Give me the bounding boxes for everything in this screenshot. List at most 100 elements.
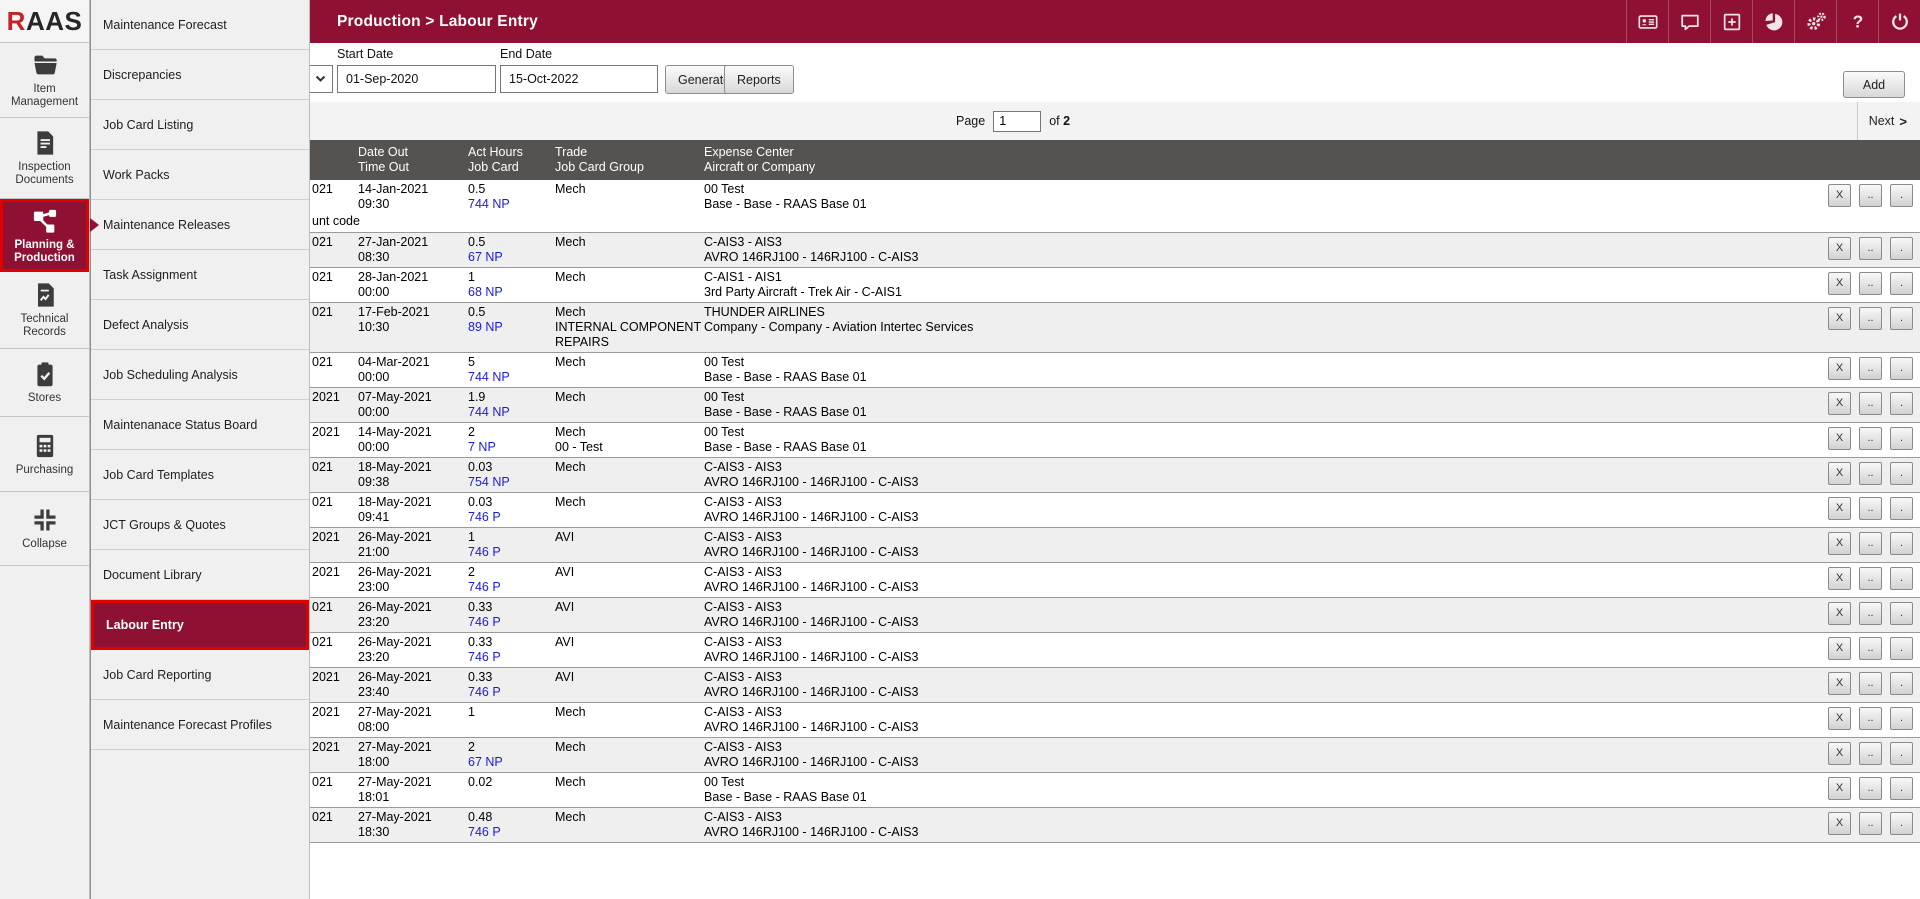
row-edit-button[interactable]: .. bbox=[1859, 272, 1882, 295]
job-card-link[interactable]: 744 NP bbox=[468, 405, 555, 420]
job-card-link[interactable]: 7 NP bbox=[468, 440, 555, 455]
row-more-button[interactable]: . bbox=[1890, 602, 1913, 625]
row-more-button[interactable]: . bbox=[1890, 184, 1913, 207]
end-date-input[interactable] bbox=[500, 65, 658, 93]
job-card-link[interactable]: 67 NP bbox=[468, 755, 555, 770]
sidebar-item-purchasing[interactable]: Purchasing bbox=[0, 417, 89, 492]
row-delete-button[interactable]: X bbox=[1828, 184, 1851, 207]
job-card-link[interactable]: 746 P bbox=[468, 685, 555, 700]
row-edit-button[interactable]: .. bbox=[1859, 357, 1882, 380]
job-card-link[interactable]: 746 P bbox=[468, 615, 555, 630]
row-edit-button[interactable]: .. bbox=[1859, 777, 1882, 800]
page-number-input[interactable] bbox=[993, 111, 1041, 132]
sidebar-item-collapse[interactable]: Collapse bbox=[0, 492, 89, 566]
job-card-link[interactable]: 744 NP bbox=[468, 370, 555, 385]
row-delete-button[interactable]: X bbox=[1828, 672, 1851, 695]
row-more-button[interactable]: . bbox=[1890, 237, 1913, 260]
job-card-link[interactable]: 68 NP bbox=[468, 285, 555, 300]
sidebar-item-inspection-documents[interactable]: Inspection Documents bbox=[0, 118, 89, 199]
job-card-link[interactable]: 744 NP bbox=[468, 197, 555, 212]
sidebar-item-planning-production[interactable]: Planning & Production bbox=[0, 199, 89, 272]
job-card-link[interactable]: 746 P bbox=[468, 825, 555, 840]
row-delete-button[interactable]: X bbox=[1828, 392, 1851, 415]
row-more-button[interactable]: . bbox=[1890, 462, 1913, 485]
flyout-item-defect-analysis[interactable]: Defect Analysis bbox=[91, 300, 309, 350]
row-more-button[interactable]: . bbox=[1890, 742, 1913, 765]
topbar-chat-button[interactable] bbox=[1668, 0, 1710, 43]
job-card-link[interactable]: 746 P bbox=[468, 650, 555, 665]
row-more-button[interactable]: . bbox=[1890, 392, 1913, 415]
flyout-item-job-scheduling-analysis[interactable]: Job Scheduling Analysis bbox=[91, 350, 309, 400]
topbar-id-card-button[interactable] bbox=[1626, 0, 1668, 43]
row-more-button[interactable]: . bbox=[1890, 357, 1913, 380]
row-more-button[interactable]: . bbox=[1890, 777, 1913, 800]
row-edit-button[interactable]: .. bbox=[1859, 672, 1882, 695]
sidebar-item-technical-records[interactable]: Technical Records bbox=[0, 272, 89, 349]
row-delete-button[interactable]: X bbox=[1828, 777, 1851, 800]
job-card-link[interactable]: 746 P bbox=[468, 580, 555, 595]
row-edit-button[interactable]: .. bbox=[1859, 462, 1882, 485]
sidebar-item-item-management[interactable]: Item Management bbox=[0, 43, 89, 118]
job-card-link[interactable]: 746 P bbox=[468, 510, 555, 525]
row-delete-button[interactable]: X bbox=[1828, 602, 1851, 625]
row-edit-button[interactable]: .. bbox=[1859, 637, 1882, 660]
row-delete-button[interactable]: X bbox=[1828, 637, 1851, 660]
flyout-item-jct-groups-quotes[interactable]: JCT Groups & Quotes bbox=[91, 500, 309, 550]
row-edit-button[interactable]: .. bbox=[1859, 602, 1882, 625]
row-edit-button[interactable]: .. bbox=[1859, 497, 1882, 520]
flyout-item-maintenanace-status-board[interactable]: Maintenanace Status Board bbox=[91, 400, 309, 450]
job-card-link[interactable]: 746 P bbox=[468, 545, 555, 560]
row-delete-button[interactable]: X bbox=[1828, 707, 1851, 730]
job-card-link[interactable]: 67 NP bbox=[468, 250, 555, 265]
topbar-help-button[interactable] bbox=[1836, 0, 1878, 43]
topbar-settings-gears-button[interactable] bbox=[1794, 0, 1836, 43]
topbar-power-button[interactable] bbox=[1878, 0, 1920, 43]
job-card-link[interactable]: 754 NP bbox=[468, 475, 555, 490]
row-edit-button[interactable]: .. bbox=[1859, 532, 1882, 555]
row-delete-button[interactable]: X bbox=[1828, 357, 1851, 380]
flyout-item-maintenance-forecast[interactable]: Maintenance Forecast bbox=[91, 0, 309, 50]
row-delete-button[interactable]: X bbox=[1828, 462, 1851, 485]
flyout-item-task-assignment[interactable]: Task Assignment bbox=[91, 250, 309, 300]
job-card-link[interactable]: 89 NP bbox=[468, 320, 555, 335]
row-more-button[interactable]: . bbox=[1890, 567, 1913, 590]
row-more-button[interactable]: . bbox=[1890, 427, 1913, 450]
row-delete-button[interactable]: X bbox=[1828, 567, 1851, 590]
next-page-button[interactable]: Next > bbox=[1869, 102, 1907, 140]
row-more-button[interactable]: . bbox=[1890, 307, 1913, 330]
row-more-button[interactable]: . bbox=[1890, 672, 1913, 695]
row-delete-button[interactable]: X bbox=[1828, 812, 1851, 835]
topbar-pie-chart-button[interactable] bbox=[1752, 0, 1794, 43]
sidebar-item-stores[interactable]: Stores bbox=[0, 349, 89, 417]
flyout-item-maintenance-releases[interactable]: Maintenance Releases bbox=[91, 200, 309, 250]
flyout-item-discrepancies[interactable]: Discrepancies bbox=[91, 50, 309, 100]
row-edit-button[interactable]: .. bbox=[1859, 427, 1882, 450]
row-edit-button[interactable]: .. bbox=[1859, 707, 1882, 730]
row-delete-button[interactable]: X bbox=[1828, 497, 1851, 520]
flyout-item-job-card-reporting[interactable]: Job Card Reporting bbox=[91, 650, 309, 700]
add-button[interactable]: Add bbox=[1843, 71, 1905, 98]
row-edit-button[interactable]: .. bbox=[1859, 237, 1882, 260]
row-more-button[interactable]: . bbox=[1890, 707, 1913, 730]
row-delete-button[interactable]: X bbox=[1828, 532, 1851, 555]
flyout-item-labour-entry[interactable]: Labour Entry bbox=[91, 600, 309, 650]
row-edit-button[interactable]: .. bbox=[1859, 742, 1882, 765]
flyout-item-work-packs[interactable]: Work Packs bbox=[91, 150, 309, 200]
row-delete-button[interactable]: X bbox=[1828, 272, 1851, 295]
row-delete-button[interactable]: X bbox=[1828, 307, 1851, 330]
row-more-button[interactable]: . bbox=[1890, 812, 1913, 835]
row-more-button[interactable]: . bbox=[1890, 497, 1913, 520]
row-edit-button[interactable]: .. bbox=[1859, 812, 1882, 835]
row-more-button[interactable]: . bbox=[1890, 637, 1913, 660]
start-date-input[interactable] bbox=[337, 65, 496, 93]
row-delete-button[interactable]: X bbox=[1828, 742, 1851, 765]
row-edit-button[interactable]: .. bbox=[1859, 307, 1882, 330]
reports-button[interactable]: Reports bbox=[724, 65, 794, 94]
flyout-item-job-card-listing[interactable]: Job Card Listing bbox=[91, 100, 309, 150]
topbar-add-window-button[interactable] bbox=[1710, 0, 1752, 43]
flyout-item-document-library[interactable]: Document Library bbox=[91, 550, 309, 600]
flyout-item-maintenance-forecast-profiles[interactable]: Maintenance Forecast Profiles bbox=[91, 700, 309, 750]
row-edit-button[interactable]: .. bbox=[1859, 184, 1882, 207]
row-edit-button[interactable]: .. bbox=[1859, 392, 1882, 415]
row-more-button[interactable]: . bbox=[1890, 272, 1913, 295]
